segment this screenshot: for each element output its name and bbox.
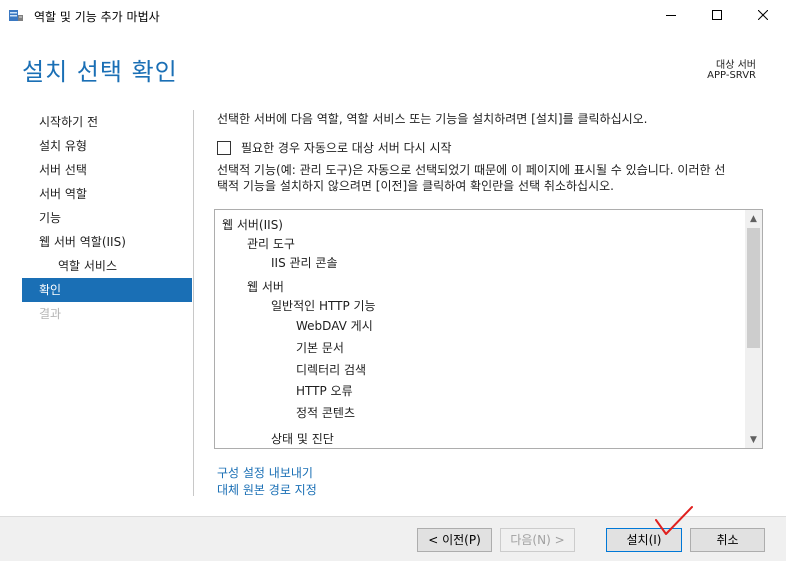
list-item: 일반적인 HTTP 기능 bbox=[271, 299, 376, 313]
title-bar: 역할 및 기능 추가 마법사 bbox=[0, 0, 786, 30]
nav-item-web-server-role[interactable]: 웹 서버 역할(IIS) bbox=[22, 230, 192, 254]
scroll-down-icon[interactable]: ▼ bbox=[745, 431, 762, 448]
red-checkmark-annotation-icon bbox=[655, 506, 693, 535]
list-item: WebDAV 게시 bbox=[296, 319, 373, 333]
list-item: HTTP 오류 bbox=[296, 384, 353, 398]
close-icon bbox=[758, 10, 768, 20]
list-item: 정적 콘텐츠 bbox=[296, 406, 356, 420]
selection-list[interactable]: 웹 서버(IIS) 관리 도구 IIS 관리 콘솔 웹 서버 일반적인 HTTP… bbox=[214, 209, 763, 449]
restart-checkbox-label[interactable]: 필요한 경우 자동으로 대상 서버 다시 시작 bbox=[241, 139, 452, 156]
list-item: IIS 관리 콘솔 bbox=[271, 256, 338, 270]
maximize-button[interactable] bbox=[694, 0, 740, 30]
wizard-nav: 시작하기 전 설치 유형 서버 선택 서버 역할 기능 웹 서버 역할(IIS)… bbox=[22, 110, 192, 326]
optional-features-note: 선택적 기능(예: 관리 도구)은 자동으로 선택되었기 때문에 이 페이지에 … bbox=[217, 162, 767, 194]
note-line-2: 택적 기능을 설치하지 않으려면 [이전]을 클릭하여 확인란을 선택 취소하십… bbox=[217, 179, 614, 193]
scroll-thumb[interactable] bbox=[747, 228, 760, 348]
note-line-1: 선택적 기능(예: 관리 도구)은 자동으로 선택되었기 때문에 이 페이지에 … bbox=[217, 163, 726, 177]
nav-item-server-roles[interactable]: 서버 역할 bbox=[22, 182, 192, 206]
nav-item-server-selection[interactable]: 서버 선택 bbox=[22, 158, 192, 182]
close-button[interactable] bbox=[740, 0, 786, 30]
alternate-source-link[interactable]: 대체 원본 경로 지정 bbox=[217, 481, 317, 498]
window-title: 역할 및 기능 추가 마법사 bbox=[34, 10, 160, 24]
list-item: 기본 문서 bbox=[296, 341, 344, 355]
nav-item-installation-type[interactable]: 설치 유형 bbox=[22, 134, 192, 158]
server-manager-icon bbox=[8, 7, 24, 23]
nav-item-features[interactable]: 기능 bbox=[22, 206, 192, 230]
next-button: 다음(N) > bbox=[500, 528, 575, 552]
list-item: 상태 및 진단 bbox=[271, 432, 334, 446]
target-server-name: APP-SRVR bbox=[707, 70, 756, 81]
nav-item-confirmation[interactable]: 확인 bbox=[22, 278, 192, 302]
minimize-icon bbox=[666, 15, 676, 16]
previous-button[interactable]: < 이전(P) bbox=[417, 528, 492, 552]
page-title: 설치 선택 확인 bbox=[22, 58, 178, 86]
list-item: 디렉터리 검색 bbox=[296, 363, 367, 377]
list-item: 웹 서버 bbox=[247, 280, 284, 294]
nav-item-role-services[interactable]: 역할 서비스 bbox=[22, 254, 192, 278]
restart-checkbox[interactable] bbox=[217, 140, 231, 155]
list-scrollbar[interactable]: ▲ ▼ bbox=[745, 210, 762, 448]
restart-option[interactable]: 필요한 경우 자동으로 대상 서버 다시 시작 bbox=[217, 139, 452, 156]
nav-item-results: 결과 bbox=[39, 307, 62, 321]
target-server-label: 대상 서버 bbox=[716, 60, 756, 71]
maximize-icon bbox=[712, 10, 722, 20]
scroll-up-icon[interactable]: ▲ bbox=[745, 210, 762, 227]
list-item: 관리 도구 bbox=[247, 237, 295, 251]
intro-text: 선택한 서버에 다음 역할, 역할 서비스 또는 기능을 설치하려면 [설치]를… bbox=[217, 112, 648, 126]
minimize-button[interactable] bbox=[648, 0, 694, 30]
nav-item-before-you-begin[interactable]: 시작하기 전 bbox=[22, 110, 192, 134]
list-item: 웹 서버(IIS) bbox=[222, 218, 283, 232]
export-settings-link[interactable]: 구성 설정 내보내기 bbox=[217, 464, 313, 481]
nav-divider bbox=[193, 110, 194, 496]
cancel-button[interactable]: 취소 bbox=[690, 528, 765, 552]
